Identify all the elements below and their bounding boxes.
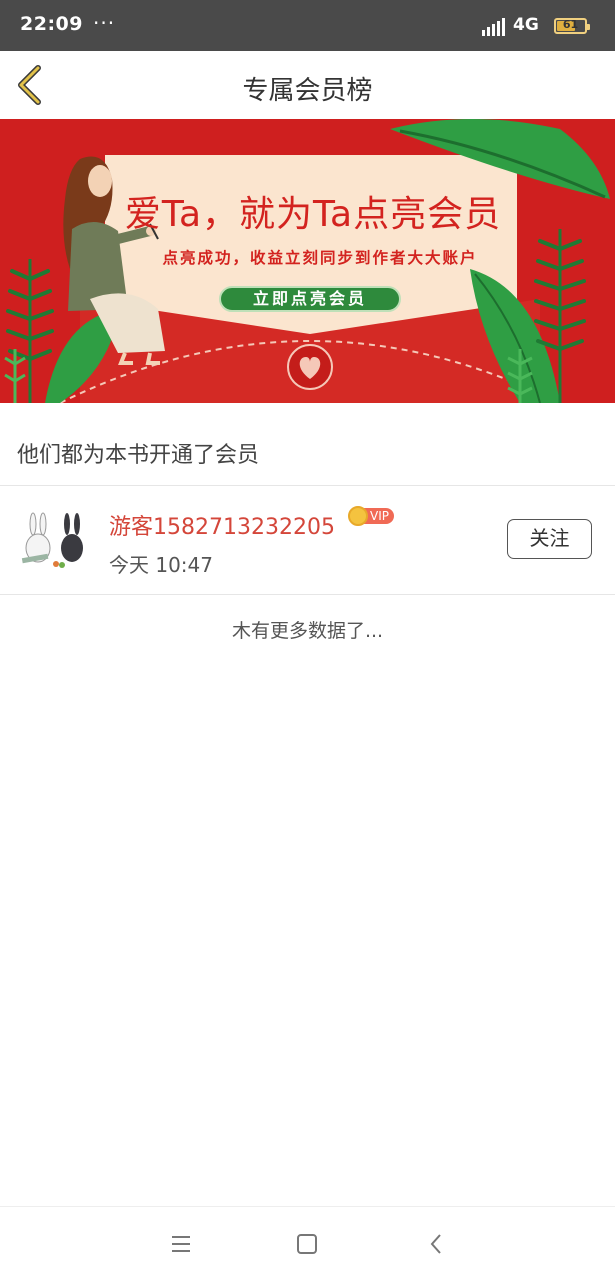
list-end-text: 木有更多数据了... bbox=[231, 620, 384, 642]
battery-tip bbox=[587, 24, 590, 30]
section-title: 他们都为本书开通了会员 bbox=[17, 443, 260, 468]
battery-icon: 61 bbox=[554, 18, 590, 34]
member-name[interactable]: 游客1582713232205 bbox=[109, 509, 335, 541]
back-triangle-icon[interactable] bbox=[422, 1229, 452, 1259]
menu-icon[interactable] bbox=[166, 1229, 196, 1259]
signal-icon bbox=[482, 18, 505, 36]
activate-vip-button[interactable]: 立即点亮会员 bbox=[219, 286, 401, 312]
page-title: 专属会员榜 bbox=[242, 76, 373, 106]
network-type: 4G bbox=[513, 15, 539, 35]
status-bar: 22:09 ··· 4G 61 bbox=[0, 0, 615, 51]
follow-button[interactable]: 关注 bbox=[507, 519, 592, 559]
divider bbox=[0, 594, 615, 595]
battery-percent: 61 bbox=[562, 18, 579, 31]
vip-promo-banner[interactable]: 爱Ta，就为Ta点亮会员 点亮成功，收益立刻同步到作者大大账户 立即点亮会员 bbox=[0, 119, 615, 403]
system-nav-bar bbox=[0, 1206, 615, 1280]
crown-icon bbox=[348, 506, 368, 526]
banner-headline: 爱Ta，就为Ta点亮会员 bbox=[124, 194, 502, 235]
home-square-icon[interactable] bbox=[292, 1229, 322, 1259]
status-more-dots: ··· bbox=[93, 11, 116, 35]
avatar[interactable] bbox=[16, 512, 92, 570]
banner-subtitle: 点亮成功，收益立刻同步到作者大大账户 bbox=[162, 249, 478, 267]
status-time: 22:09 bbox=[20, 13, 83, 35]
member-time: 今天 10:47 bbox=[109, 553, 213, 577]
app-header: 专属会员榜 bbox=[0, 51, 615, 119]
list-item[interactable]: 游客1582713232205 VIP 今天 10:47 关注 bbox=[0, 486, 615, 594]
vip-badge: VIP bbox=[348, 506, 402, 526]
